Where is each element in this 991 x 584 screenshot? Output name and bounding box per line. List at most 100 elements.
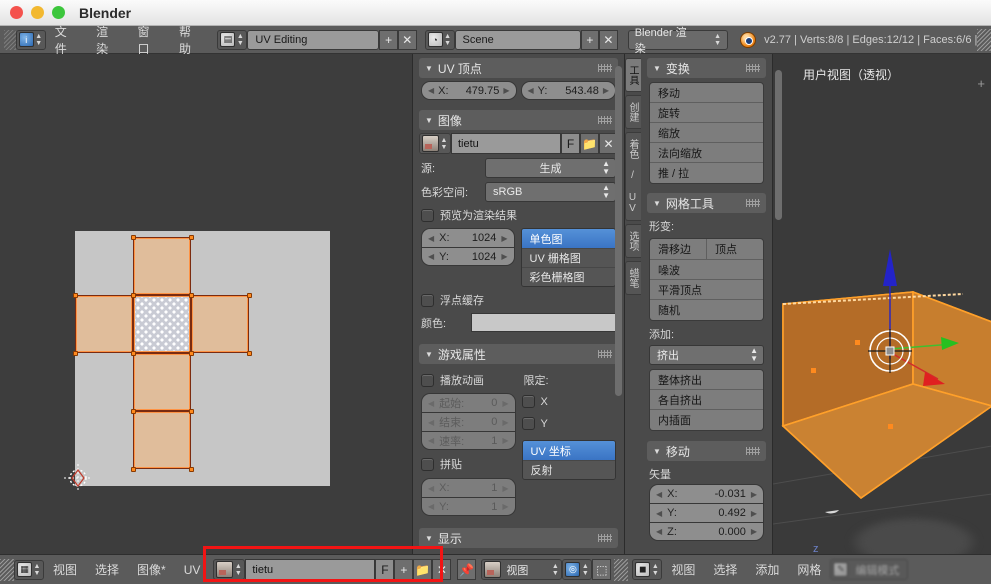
uv-menu-image[interactable]: 图像* xyxy=(128,559,175,581)
uv-image-browse-button[interactable]: ▲▼ xyxy=(213,559,245,580)
uv-menu-view[interactable]: 视图 xyxy=(44,559,86,581)
increment-arrow-icon[interactable]: ▶ xyxy=(603,86,609,95)
increment-arrow-icon[interactable]: ▶ xyxy=(503,86,509,95)
panel-header-translate-operator[interactable]: ▼ 移动 xyxy=(647,441,766,461)
transform-push-pull-button[interactable]: 推 / 拉 xyxy=(650,163,763,183)
increment-arrow-icon[interactable]: ▶ xyxy=(502,502,508,511)
decrement-arrow-icon[interactable]: ◀ xyxy=(656,527,662,536)
area-resize-grip[interactable] xyxy=(614,559,628,581)
uv-vertex[interactable] xyxy=(189,409,194,414)
float-buffer-row[interactable]: 浮点缓存 xyxy=(421,292,616,308)
color-swatch[interactable] xyxy=(471,313,616,332)
view3d-menu-view[interactable]: 视图 xyxy=(662,559,704,581)
animated-row[interactable]: 播放动画 xyxy=(421,372,516,388)
panel-header-game-properties[interactable]: ▼ 游戏属性 xyxy=(419,344,618,364)
preview-as-render-row[interactable]: 预览为渲染结果 xyxy=(421,207,616,223)
uv-vertex[interactable] xyxy=(189,293,194,298)
tool-shelf-region[interactable]: 工具 创建 着色 / UV 选项 蜡笔 ▼ 变换 移动 旋转 缩放 法向缩放 推… xyxy=(624,54,772,554)
uv-pivot-button[interactable]: 视图 ▲▼ xyxy=(481,559,562,580)
image-datablock-row[interactable]: ▲▼ tietu F 📁 ✕ xyxy=(419,133,618,154)
add-workspace-button[interactable]: + xyxy=(379,30,398,50)
decrement-arrow-icon[interactable]: ◀ xyxy=(428,86,434,95)
screen-layout-button[interactable]: ▤ ▲▼ xyxy=(217,30,247,50)
colorspace-row[interactable]: 色彩空间: sRGB ▲▼ xyxy=(421,182,616,202)
vertex-slide-button[interactable]: 顶点 xyxy=(707,239,763,259)
extrude-individual-button[interactable]: 各自挤出 xyxy=(650,390,763,410)
image-source-select[interactable]: 生成 ▲▼ xyxy=(485,158,616,178)
uv-vertex[interactable] xyxy=(131,293,136,298)
mapping-uv-coordinates[interactable]: UV 坐标 xyxy=(523,441,616,460)
decrement-arrow-icon[interactable]: ◀ xyxy=(528,86,534,95)
checkbox-icon[interactable] xyxy=(421,209,434,222)
scene-datablock-button[interactable]: ◔ ▲▼ xyxy=(425,30,455,50)
properties-scrollbar[interactable] xyxy=(615,66,622,396)
inset-faces-button[interactable]: 内插面 xyxy=(650,410,763,430)
delete-workspace-button[interactable]: ✕ xyxy=(398,30,417,50)
panel-header-uv-vertex[interactable]: ▼ UV 顶点 xyxy=(419,58,618,78)
decrement-arrow-icon[interactable]: ◀ xyxy=(656,490,662,499)
uv-vertex[interactable] xyxy=(189,467,194,472)
uv-face[interactable] xyxy=(191,295,249,353)
frame-end-field[interactable]: ◀ 结束: 0 ▶ xyxy=(421,412,516,431)
smooth-vertex-button[interactable]: 平滑顶点 xyxy=(650,280,763,300)
transform-translate-button[interactable]: 移动 xyxy=(650,83,763,103)
menu-render[interactable]: 渲染 xyxy=(87,29,128,51)
menu-window[interactable]: 窗口 xyxy=(129,29,170,51)
close-window-button[interactable] xyxy=(10,6,23,19)
maximize-window-button[interactable] xyxy=(52,6,65,19)
increment-arrow-icon[interactable]: ▶ xyxy=(751,509,757,518)
uv-open-image-button[interactable]: 📁 xyxy=(413,559,432,580)
tab-tools[interactable]: 工具 xyxy=(625,58,641,92)
image-editor-properties-region[interactable]: ▼ UV 顶点 ◀ X: 479.75 ▶ ◀ Y: 543.48 ▶ ▼ 图像 xyxy=(412,54,624,554)
uv-snap-button[interactable]: ◎ ▲▼ xyxy=(562,559,592,580)
uv-add-image-button[interactable]: + xyxy=(394,559,413,580)
menu-file[interactable]: 文件 xyxy=(46,29,87,51)
viewport-scene[interactable]: z xyxy=(773,54,991,554)
deform-buttons[interactable]: 滑移边 顶点 噪波 平滑顶点 随机 xyxy=(649,238,764,321)
panel-header-display[interactable]: ▼ 显示 xyxy=(419,528,618,548)
panel-header-transform[interactable]: ▼ 变换 xyxy=(647,58,766,78)
uv-vertex-y-field[interactable]: ◀ Y: 543.48 ▶ xyxy=(521,81,617,100)
minimize-window-button[interactable] xyxy=(31,6,44,19)
uv-sync-selection-button[interactable]: ⬚ xyxy=(592,559,611,580)
panel-header-mesh-tools[interactable]: ▼ 网格工具 xyxy=(647,193,766,213)
decrement-arrow-icon[interactable]: ◀ xyxy=(428,484,434,493)
transform-buttons[interactable]: 移动 旋转 缩放 法向缩放 推 / 拉 xyxy=(649,82,764,184)
uv-vertex[interactable] xyxy=(131,351,136,356)
checkbox-icon[interactable] xyxy=(522,417,535,430)
colorspace-select[interactable]: sRGB ▲▼ xyxy=(485,182,616,202)
randomize-button[interactable]: 随机 xyxy=(650,300,763,320)
uv-menu-uv[interactable]: UV xyxy=(175,559,210,581)
uv-face[interactable] xyxy=(133,237,191,295)
increment-arrow-icon[interactable]: ▶ xyxy=(501,234,507,243)
tile-x-field[interactable]: ◀ X: 1 ▶ xyxy=(421,478,516,497)
uv-unlink-image-button[interactable]: ✕ xyxy=(432,559,451,580)
generated-width-field[interactable]: ◀ X: 1024 ▶ xyxy=(421,228,515,247)
checkbox-icon[interactable] xyxy=(421,294,434,307)
clamp-x-row[interactable]: X xyxy=(522,395,617,408)
uv-vertex[interactable] xyxy=(73,351,78,356)
uv-vertex[interactable] xyxy=(73,293,78,298)
view3d-mode-select[interactable]: ✎ 编辑模式 xyxy=(830,559,908,580)
image-source-row[interactable]: 源: 生成 ▲▼ xyxy=(421,158,616,178)
uv-image-canvas[interactable] xyxy=(75,231,330,486)
checkbox-icon[interactable] xyxy=(421,458,434,471)
uv-fake-user-button[interactable]: F xyxy=(375,559,394,580)
uv-face[interactable] xyxy=(133,353,191,411)
decrement-arrow-icon[interactable]: ◀ xyxy=(656,509,662,518)
frame-start-field[interactable]: ◀ 起始: 0 ▶ xyxy=(421,393,516,412)
decrement-arrow-icon[interactable]: ◀ xyxy=(428,418,434,427)
checkbox-icon[interactable] xyxy=(421,374,434,387)
checkbox-icon[interactable] xyxy=(522,395,535,408)
generated-size-and-types[interactable]: ◀ X: 1024 ▶ ◀ Y: 1024 ▶ 单色图 UV 栅格图 彩色栅格图 xyxy=(421,228,616,287)
uv-vertex[interactable] xyxy=(131,235,136,240)
generated-type-color-grid[interactable]: 彩色栅格图 xyxy=(522,267,616,286)
extrude-region-button[interactable]: 整体挤出 xyxy=(650,370,763,390)
decrement-arrow-icon[interactable]: ◀ xyxy=(428,502,434,511)
increment-arrow-icon[interactable]: ▶ xyxy=(501,252,507,261)
uv-image-name-field[interactable]: tietu xyxy=(245,559,375,580)
tool-shelf-tabs[interactable]: 工具 创建 着色 / UV 选项 蜡笔 xyxy=(625,58,641,298)
area-resize-grip[interactable] xyxy=(977,29,991,51)
uv-vertex[interactable] xyxy=(189,235,194,240)
translate-x-field[interactable]: ◀ X: -0.031 ▶ xyxy=(649,484,764,503)
